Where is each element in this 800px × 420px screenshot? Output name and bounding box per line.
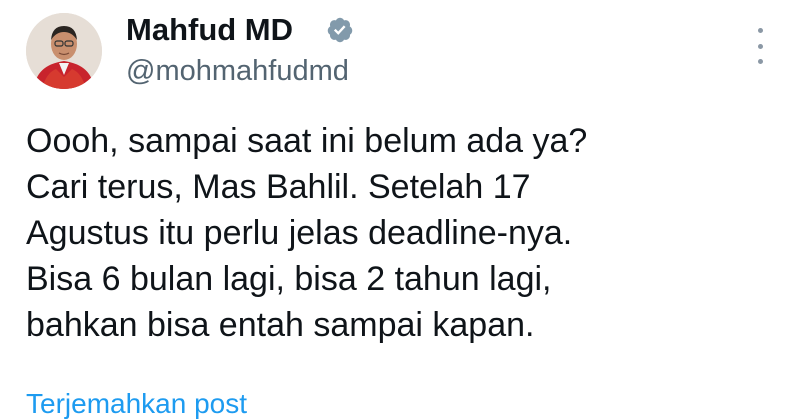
display-name[interactable]: Mahfud MD	[126, 10, 293, 50]
user-handle[interactable]: @mohmahfudmd	[126, 52, 349, 90]
dot	[757, 28, 763, 33]
tweet-line: Oooh, sampai saat ini belum ada ya?	[26, 122, 588, 160]
tweet-line: Agustus itu perlu jelas deadline-nya.	[26, 214, 573, 252]
avatar-photo	[26, 13, 102, 89]
tweet-text: Oooh, sampai saat ini belum ada ya? Cari…	[26, 118, 766, 348]
translate-post-link[interactable]: Terjemahkan post	[26, 388, 247, 420]
verified-badge-icon	[327, 17, 353, 43]
tweet-line: Cari terus, Mas Bahlil. Setelah 17	[26, 168, 531, 206]
more-options-icon[interactable]	[752, 28, 768, 64]
tweet-line: bahkan bisa entah sampai kapan.	[26, 306, 535, 344]
avatar[interactable]	[26, 13, 102, 89]
dot	[757, 43, 763, 49]
dot	[757, 59, 763, 64]
tweet-line: Bisa 6 bulan lagi, bisa 2 tahun lagi,	[26, 260, 552, 298]
